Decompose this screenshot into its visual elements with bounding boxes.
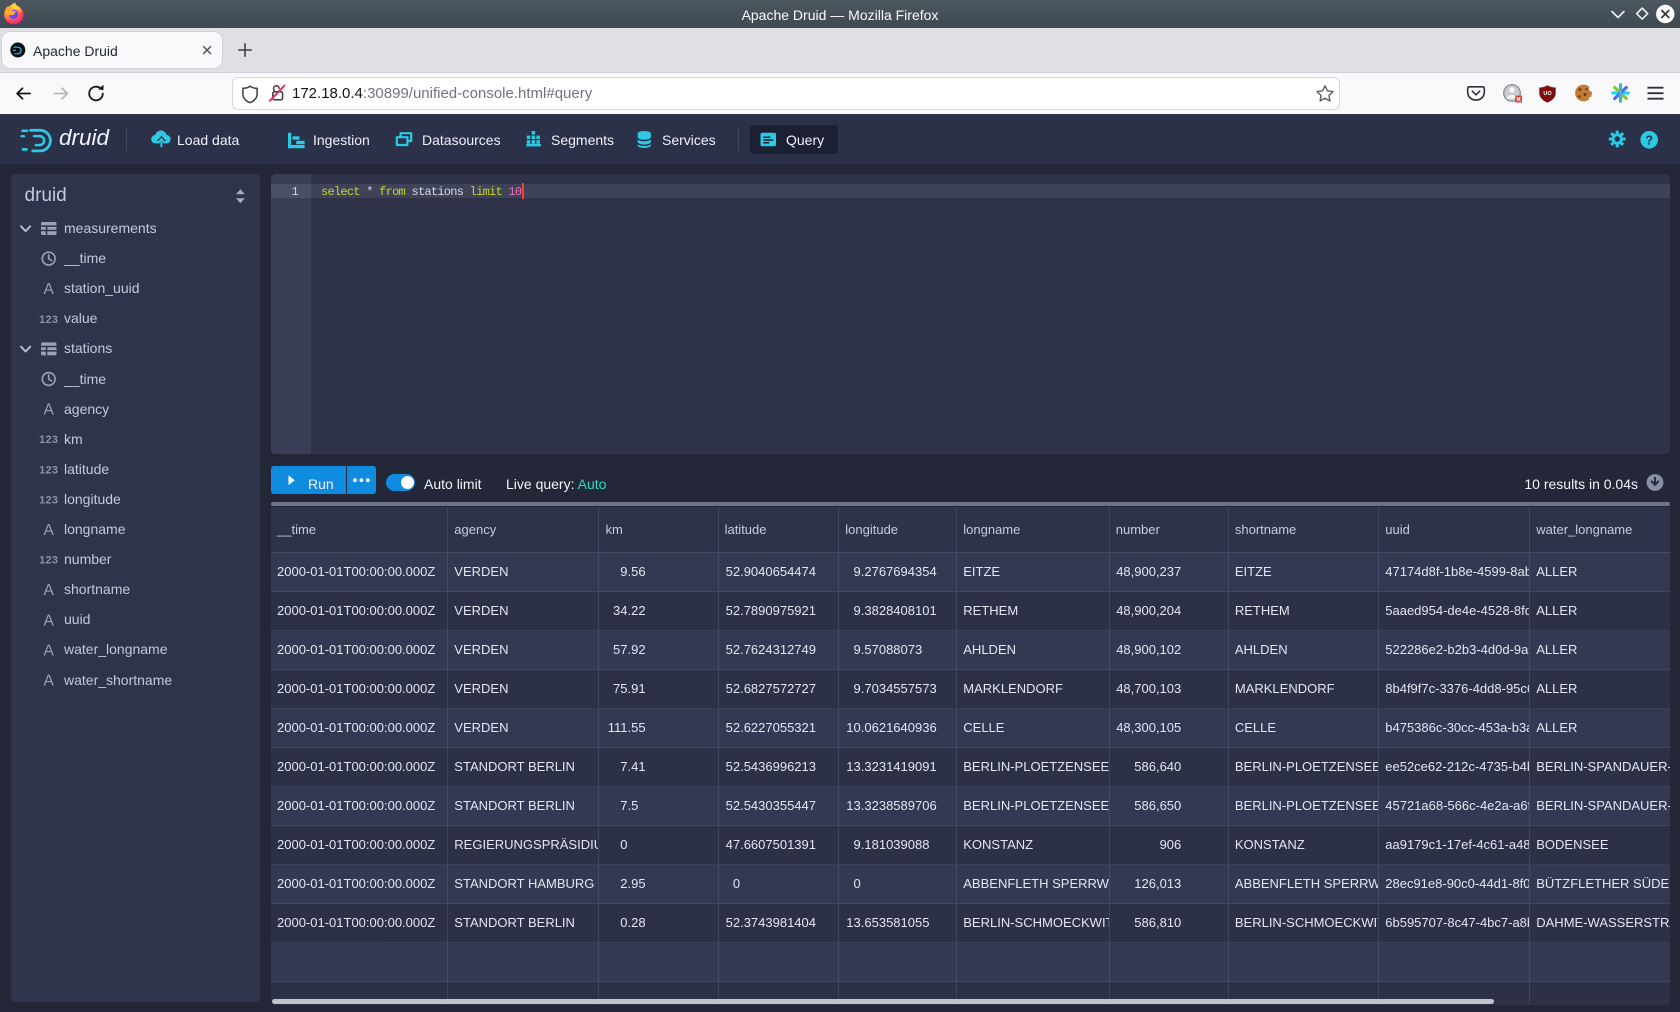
svg-text:UO: UO (1543, 91, 1552, 97)
svg-text:A: A (44, 582, 55, 599)
svg-text:123: 123 (39, 494, 58, 506)
svg-text:123: 123 (39, 464, 58, 476)
svg-text:A: A (44, 281, 55, 298)
svg-text:123: 123 (39, 314, 58, 326)
svg-text:A: A (44, 402, 55, 419)
svg-text:A: A (44, 522, 55, 539)
svg-text:A: A (44, 673, 55, 690)
svg-text:123: 123 (39, 555, 58, 567)
svg-text:?: ? (1645, 134, 1653, 148)
svg-text:123: 123 (39, 434, 58, 446)
svg-text:A: A (44, 612, 55, 629)
svg-text:A: A (44, 642, 55, 659)
